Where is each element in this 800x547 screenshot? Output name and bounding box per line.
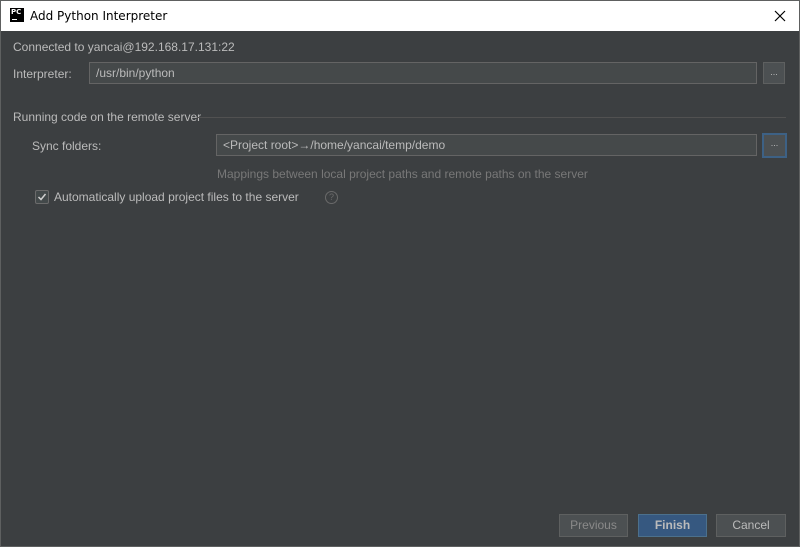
auto-upload-label[interactable]: Automatically upload project files to th… [54,190,299,204]
sync-folders-label: Sync folders: [32,139,102,153]
interpreter-browse-button[interactable]: ... [763,62,785,84]
interpreter-label: Interpreter: [13,67,72,81]
cancel-button[interactable]: Cancel [716,514,786,537]
close-button[interactable] [765,1,795,31]
section-title: Running code on the remote server [13,110,202,124]
interpreter-path-field[interactable]: /usr/bin/python [89,62,757,84]
auto-upload-checkbox[interactable] [35,190,49,204]
section-divider [197,117,786,118]
sync-folders-field[interactable]: <Project root>→/home/yancai/temp/demo [216,134,757,156]
checkmark-icon [37,193,47,201]
previous-button[interactable]: Previous [559,514,628,537]
add-interpreter-dialog: PC Add Python Interpreter Connected to y… [0,0,800,547]
help-icon[interactable]: ? [325,191,338,204]
close-icon [774,10,786,22]
sync-folders-browse-button[interactable]: ... [762,133,787,158]
connection-status: Connected to yancai@192.168.17.131:22 [13,40,235,54]
sync-folders-hint: Mappings between local project paths and… [217,167,588,181]
title-bar: PC Add Python Interpreter [1,1,799,31]
dialog-title: Add Python Interpreter [30,9,168,23]
finish-button[interactable]: Finish [638,514,707,537]
pycharm-logo-icon: PC [10,8,24,22]
